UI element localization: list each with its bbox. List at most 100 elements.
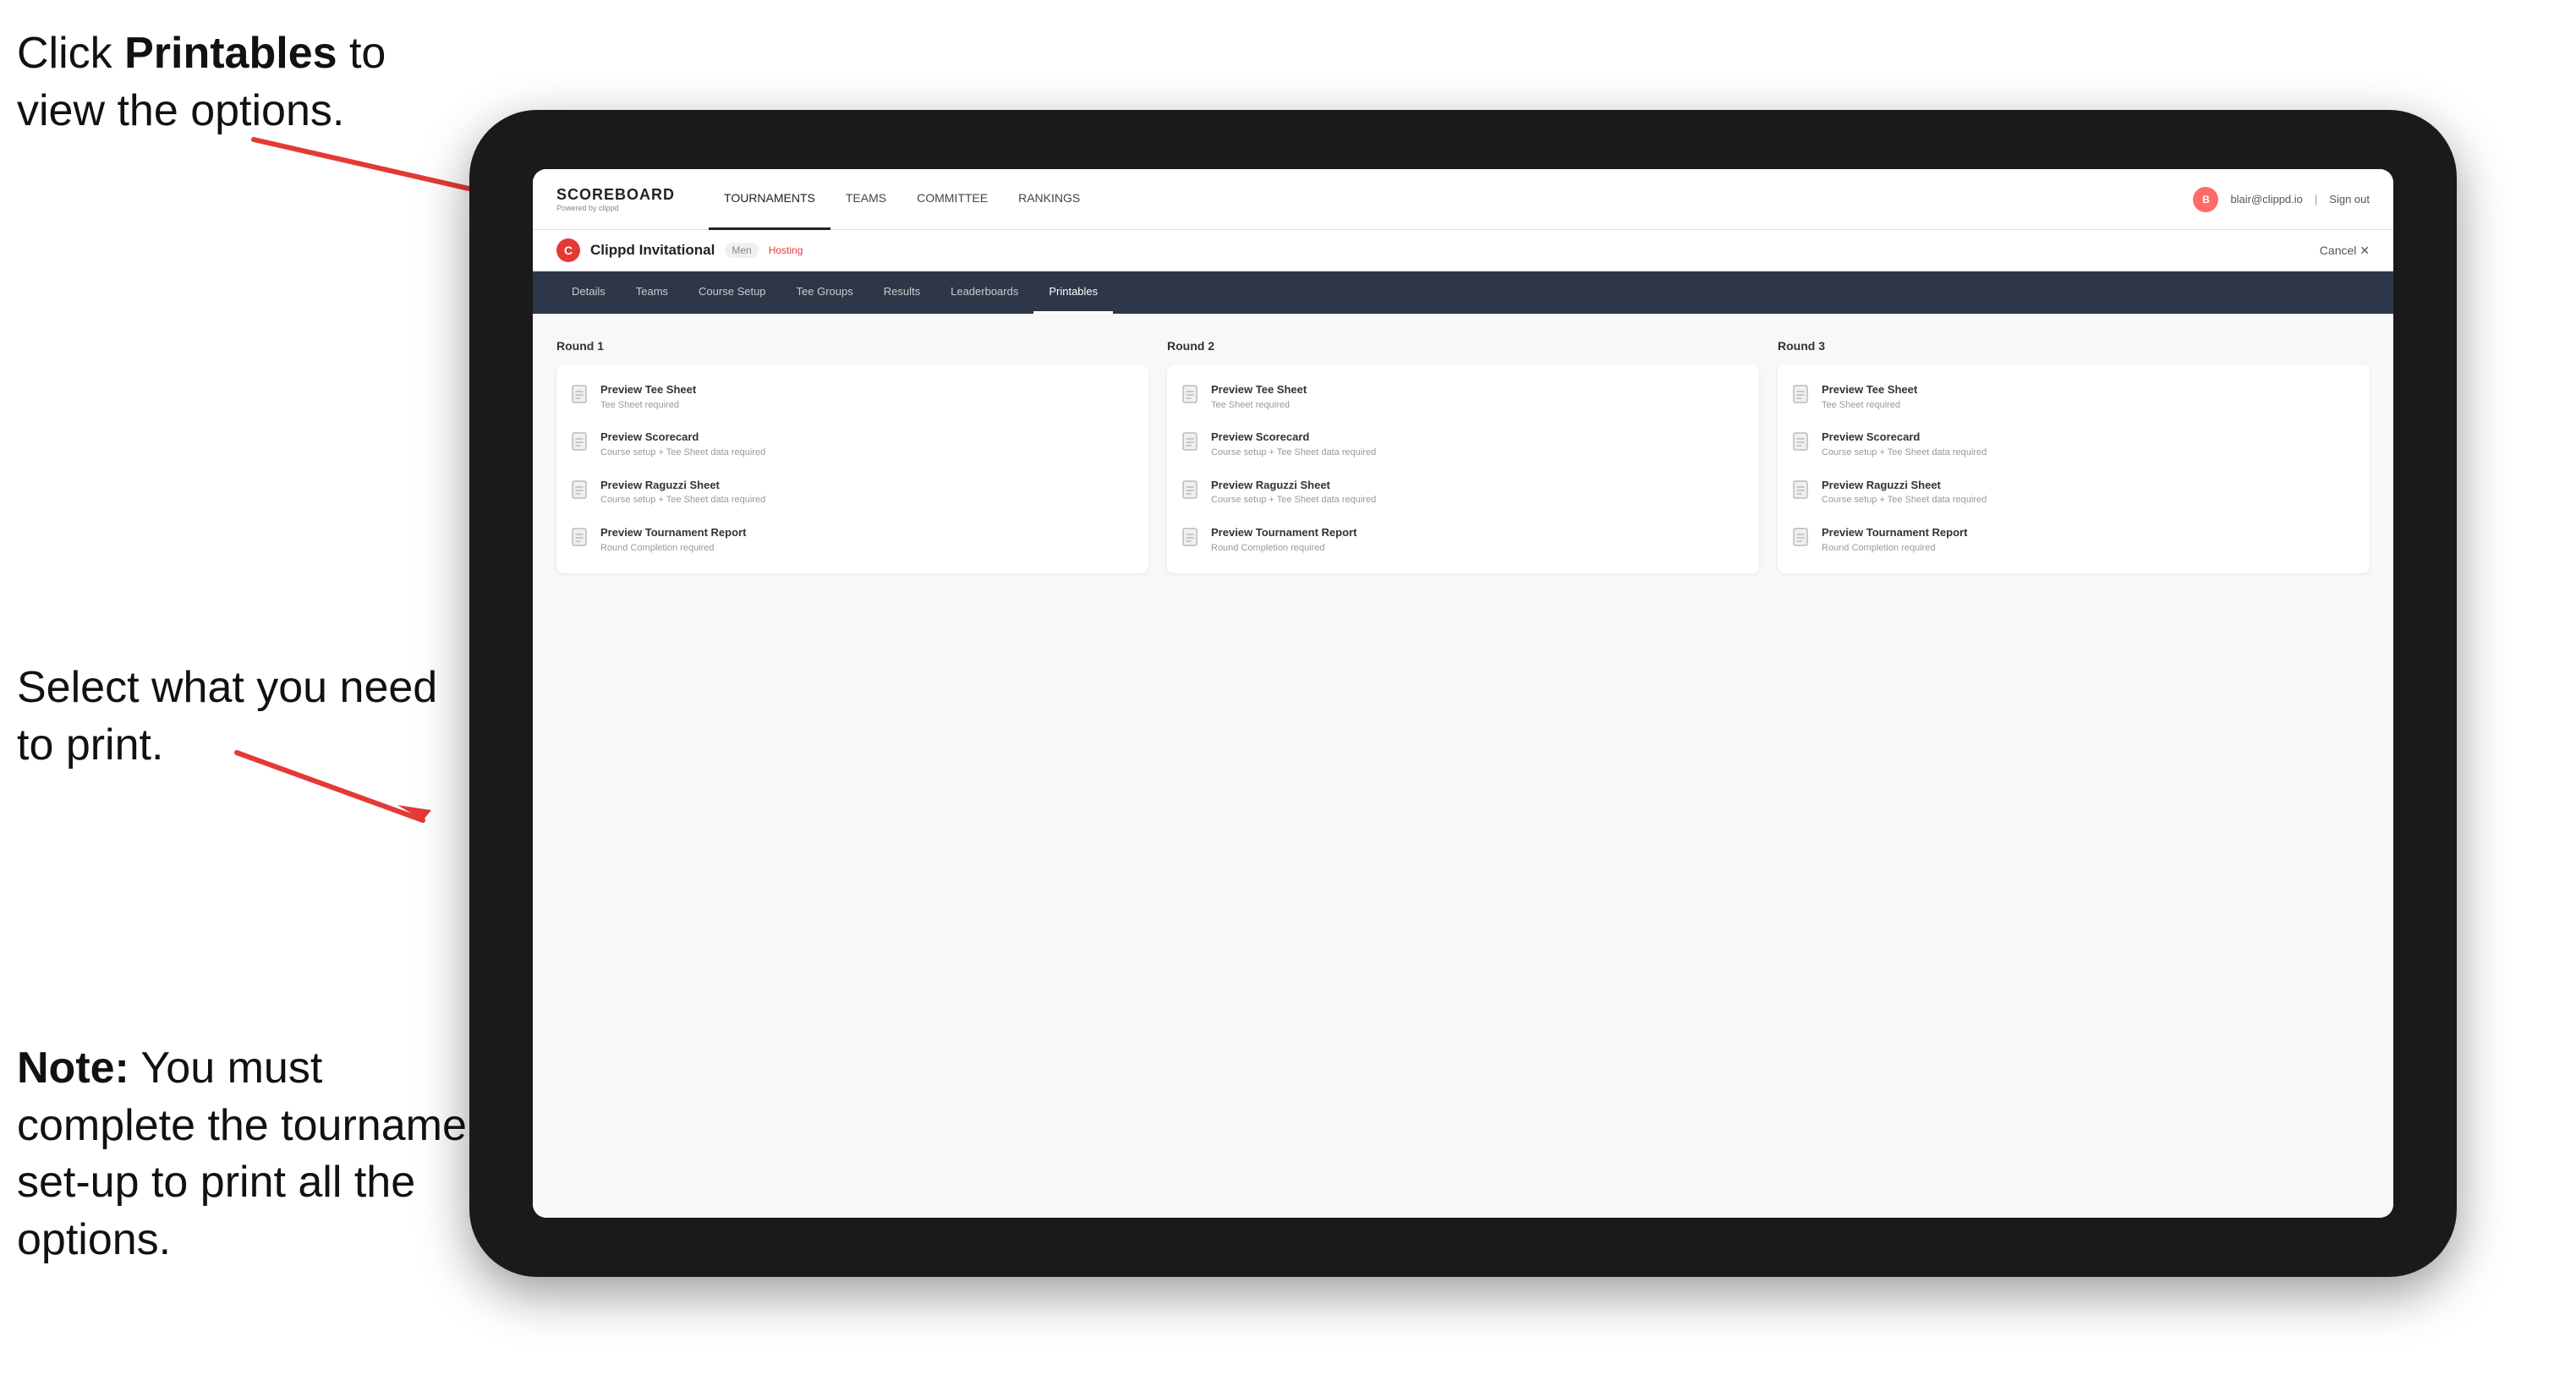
round-card-2: Preview Tee Sheet Tee Sheet required Pre… (1167, 364, 1759, 573)
sub-header: C Clippd Invitational Men Hosting Cancel… (533, 230, 2393, 271)
print-label: Preview Tee Sheet (1822, 383, 1917, 397)
nav-tournaments[interactable]: TOURNAMENTS (709, 169, 830, 230)
print-label: Preview Tournament Report (600, 526, 746, 540)
print-sub: Course setup + Tee Sheet data required (1211, 446, 1376, 459)
print-text-2-1: Preview Tee Sheet Tee Sheet required (1211, 383, 1307, 412)
print-sub: Round Completion required (1822, 542, 1967, 555)
document-icon (572, 385, 590, 407)
sub-header-left: C Clippd Invitational Men Hosting (556, 238, 803, 262)
tab-teams[interactable]: Teams (621, 271, 683, 314)
tablet-frame: SCOREBOARD Powered by clippd TOURNAMENTS… (469, 110, 2457, 1277)
document-icon (1182, 480, 1201, 502)
print-text-1-4: Preview Tournament Report Round Completi… (600, 526, 746, 555)
print-sub: Tee Sheet required (1211, 399, 1307, 412)
print-label: Preview Tee Sheet (600, 383, 696, 397)
user-avatar: B (2193, 187, 2218, 212)
cancel-button[interactable]: Cancel ✕ (2320, 244, 2370, 258)
gender-badge: Men (725, 243, 758, 258)
document-icon (572, 528, 590, 550)
print-text-3-2: Preview Scorecard Course setup + Tee She… (1822, 430, 1987, 459)
print-item-2-3[interactable]: Preview Raguzzi Sheet Course setup + Tee… (1182, 475, 1744, 511)
print-label: Preview Raguzzi Sheet (1822, 479, 1987, 493)
tab-bar: Details Teams Course Setup Tee Groups Re… (533, 271, 2393, 314)
print-sub: Course setup + Tee Sheet data required (1211, 494, 1376, 507)
hosting-badge: Hosting (769, 244, 803, 256)
logo-area: SCOREBOARD Powered by clippd (556, 186, 675, 212)
print-sub: Round Completion required (600, 542, 746, 555)
round-section-1: Round 1 Preview Tee Sheet Tee Sheet requ… (556, 339, 1148, 573)
tab-results[interactable]: Results (869, 271, 935, 314)
print-item-3-1[interactable]: Preview Tee Sheet Tee Sheet required (1793, 380, 2354, 415)
print-label: Preview Scorecard (1211, 430, 1376, 445)
print-sub: Course setup + Tee Sheet data required (600, 446, 765, 459)
print-label: Preview Tournament Report (1822, 526, 1967, 540)
print-label: Preview Tee Sheet (1211, 383, 1307, 397)
document-icon (1182, 385, 1201, 407)
print-text-3-3: Preview Raguzzi Sheet Course setup + Tee… (1822, 479, 1987, 507)
annotation-top: Click Printables to view the options. (17, 25, 457, 140)
print-text-2-3: Preview Raguzzi Sheet Course setup + Tee… (1211, 479, 1376, 507)
round-section-2: Round 2 Preview Tee Sheet Tee Sheet requ… (1167, 339, 1759, 573)
print-item-2-4[interactable]: Preview Tournament Report Round Completi… (1182, 523, 1744, 558)
nav-teams[interactable]: TEAMS (830, 169, 902, 230)
logo-title: SCOREBOARD (556, 186, 675, 204)
print-item-3-4[interactable]: Preview Tournament Report Round Completi… (1793, 523, 2354, 558)
print-label: Preview Scorecard (600, 430, 765, 445)
print-sub: Round Completion required (1211, 542, 1357, 555)
nav-links: TOURNAMENTS TEAMS COMMITTEE RANKINGS (709, 169, 2193, 230)
print-item-3-2[interactable]: Preview Scorecard Course setup + Tee She… (1793, 427, 2354, 463)
tab-leaderboards[interactable]: Leaderboards (935, 271, 1033, 314)
print-sub: Tee Sheet required (600, 399, 696, 412)
print-item-1-1[interactable]: Preview Tee Sheet Tee Sheet required (572, 380, 1133, 415)
document-icon (1793, 528, 1811, 550)
print-text-1-3: Preview Raguzzi Sheet Course setup + Tee… (600, 479, 765, 507)
round-section-3: Round 3 Preview Tee Sheet Tee Sheet requ… (1778, 339, 2370, 573)
sign-out-link[interactable]: Sign out (2329, 193, 2370, 205)
print-label: Preview Scorecard (1822, 430, 1987, 445)
round-title-3: Round 3 (1778, 339, 2370, 353)
document-icon (1182, 528, 1201, 550)
print-label: Preview Tournament Report (1211, 526, 1357, 540)
print-text-3-4: Preview Tournament Report Round Completi… (1822, 526, 1967, 555)
nav-rankings[interactable]: RANKINGS (1003, 169, 1095, 230)
round-card-1: Preview Tee Sheet Tee Sheet required Pre… (556, 364, 1148, 573)
tablet-screen: SCOREBOARD Powered by clippd TOURNAMENTS… (533, 169, 2393, 1218)
print-text-1-1: Preview Tee Sheet Tee Sheet required (600, 383, 696, 412)
nav-right: B blair@clippd.io | Sign out (2193, 187, 2370, 212)
tournament-name: Clippd Invitational (590, 242, 715, 259)
nav-committee[interactable]: COMMITTEE (902, 169, 1003, 230)
print-item-2-2[interactable]: Preview Scorecard Course setup + Tee She… (1182, 427, 1744, 463)
document-icon (1793, 385, 1811, 407)
document-icon (1793, 480, 1811, 502)
logo-sub: Powered by clippd (556, 204, 675, 212)
round-title-2: Round 2 (1167, 339, 1759, 353)
print-text-1-2: Preview Scorecard Course setup + Tee She… (600, 430, 765, 459)
print-label: Preview Raguzzi Sheet (600, 479, 765, 493)
document-icon (572, 480, 590, 502)
round-title-1: Round 1 (556, 339, 1148, 353)
clippd-logo: C (556, 238, 580, 262)
print-item-3-3[interactable]: Preview Raguzzi Sheet Course setup + Tee… (1793, 475, 2354, 511)
tab-course-setup[interactable]: Course Setup (683, 271, 781, 314)
top-nav: SCOREBOARD Powered by clippd TOURNAMENTS… (533, 169, 2393, 230)
print-text-2-2: Preview Scorecard Course setup + Tee She… (1211, 430, 1376, 459)
print-sub: Course setup + Tee Sheet data required (1822, 494, 1987, 507)
tab-details[interactable]: Details (556, 271, 621, 314)
print-item-2-1[interactable]: Preview Tee Sheet Tee Sheet required (1182, 380, 1744, 415)
document-icon (1793, 432, 1811, 454)
user-email: blair@clippd.io (2230, 193, 2302, 205)
rounds-grid: Round 1 Preview Tee Sheet Tee Sheet requ… (556, 339, 2370, 573)
print-text-2-4: Preview Tournament Report Round Completi… (1211, 526, 1357, 555)
print-item-1-2[interactable]: Preview Scorecard Course setup + Tee She… (572, 427, 1133, 463)
document-icon (1182, 432, 1201, 454)
arrow-raguzzi (228, 736, 465, 854)
tab-tee-groups[interactable]: Tee Groups (781, 271, 869, 314)
print-text-3-1: Preview Tee Sheet Tee Sheet required (1822, 383, 1917, 412)
document-icon (572, 432, 590, 454)
print-item-1-4[interactable]: Preview Tournament Report Round Completi… (572, 523, 1133, 558)
tab-printables[interactable]: Printables (1033, 271, 1113, 314)
content-area: Round 1 Preview Tee Sheet Tee Sheet requ… (533, 314, 2393, 1218)
print-item-1-3[interactable]: Preview Raguzzi Sheet Course setup + Tee… (572, 475, 1133, 511)
print-label: Preview Raguzzi Sheet (1211, 479, 1376, 493)
annotation-bottom: Note: You must complete the tournament s… (17, 1040, 507, 1268)
